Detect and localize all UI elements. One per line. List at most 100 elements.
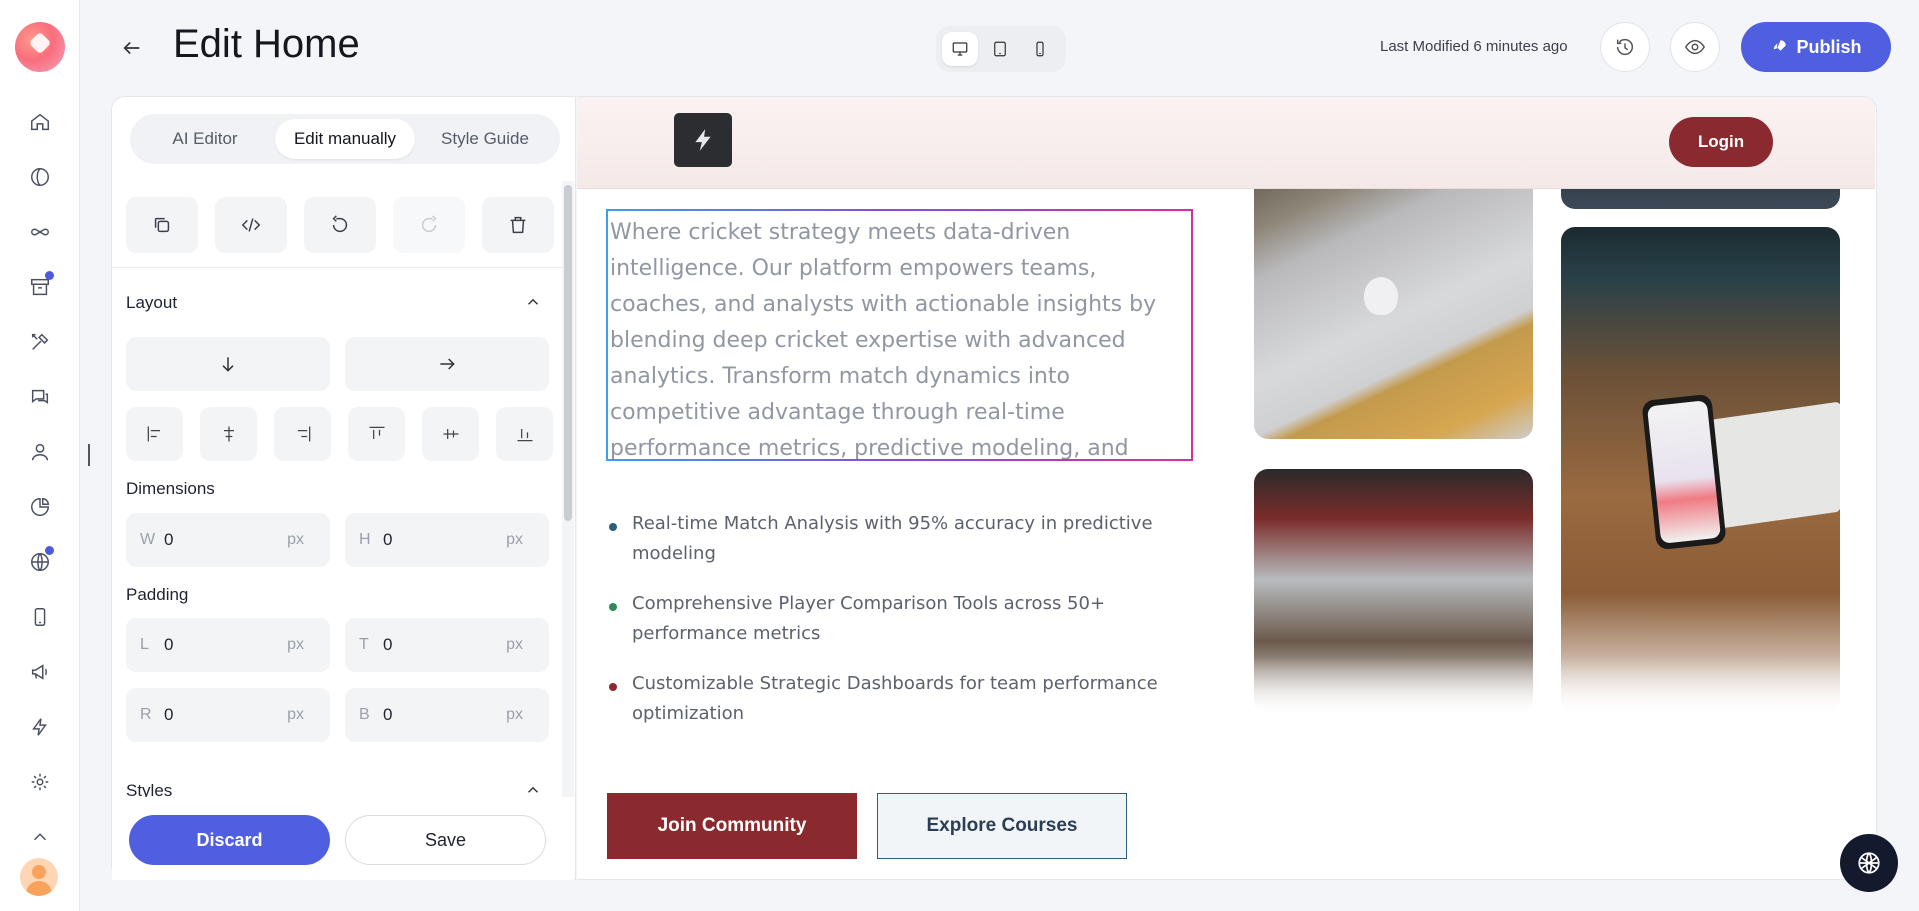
height-field[interactable]: H 0 px <box>345 513 549 567</box>
globe-icon <box>1858 852 1880 874</box>
tab-ai-editor[interactable]: AI Editor <box>135 119 275 159</box>
chevron-up-icon[interactable] <box>22 819 58 855</box>
dimensions-section-title: Dimensions <box>126 479 215 498</box>
undo-button[interactable] <box>304 197 376 253</box>
site-logo[interactable] <box>674 113 732 167</box>
bolt-icon <box>695 129 711 151</box>
rocket-icon <box>1772 40 1787 54</box>
divider <box>112 267 562 268</box>
history-button[interactable] <box>1600 22 1650 72</box>
tools-icon[interactable] <box>22 324 58 360</box>
infinity-icon[interactable] <box>22 214 58 250</box>
phone-shape <box>1641 393 1727 551</box>
code-icon <box>241 218 261 232</box>
archive-icon[interactable] <box>22 269 58 305</box>
padding-bottom-value: 0 <box>383 705 393 724</box>
redo-icon <box>421 215 437 233</box>
copy-icon <box>154 217 170 233</box>
padding-top-prefix: T <box>359 636 369 653</box>
redo-button[interactable] <box>393 197 465 253</box>
user-icon[interactable] <box>22 434 58 470</box>
last-modified-text: Last Modified 6 minutes ago <box>1380 38 1568 55</box>
megaphone-icon[interactable] <box>22 654 58 690</box>
align-center-button[interactable] <box>200 407 257 461</box>
padding-left-field[interactable]: L 0 px <box>126 618 330 672</box>
width-field[interactable]: W 0 px <box>126 513 330 567</box>
desktop-view-button[interactable] <box>942 32 978 66</box>
compass-icon[interactable] <box>22 159 58 195</box>
feature-list: Real-time Match Analysis with 95% accura… <box>607 509 1197 749</box>
padding-bottom-field[interactable]: B 0 px <box>345 688 549 742</box>
undo-icon <box>332 215 348 233</box>
avatar[interactable] <box>20 858 58 896</box>
bolt-icon[interactable] <box>22 709 58 745</box>
panel-scrollbar[interactable] <box>564 185 572 521</box>
height-value: 0 <box>383 530 393 549</box>
padding-top-value: 0 <box>383 635 393 654</box>
tab-edit-manually[interactable]: Edit manually <box>275 119 415 159</box>
align-top-button[interactable] <box>348 407 405 461</box>
chevron-up-icon[interactable] <box>524 293 542 311</box>
notification-dot <box>45 546 54 555</box>
editor-tabs: AI Editor Edit manually Style Guide <box>130 114 560 164</box>
bullet-dot <box>609 523 617 531</box>
layout-section-title: Layout <box>126 293 178 312</box>
padding-fields-bottom: R 0 px B 0 px <box>126 688 549 742</box>
settings-icon[interactable] <box>22 764 58 800</box>
chart-pie-icon[interactable] <box>22 489 58 525</box>
direction-horizontal-button[interactable] <box>345 337 549 391</box>
padding-bottom-prefix: B <box>359 706 370 723</box>
align-middle-button[interactable] <box>422 407 479 461</box>
tab-style-guide[interactable]: Style Guide <box>415 119 555 159</box>
align-bottom-icon <box>517 429 532 442</box>
login-button[interactable]: Login <box>1669 117 1773 167</box>
top-bar: Edit Home Last Modified 6 minutes ago Pu… <box>80 0 1919 96</box>
padding-fields-top: L 0 px T 0 px <box>126 618 549 672</box>
direction-vertical-button[interactable] <box>126 337 330 391</box>
padding-right-field[interactable]: R 0 px <box>126 688 330 742</box>
language-button[interactable] <box>1840 834 1898 892</box>
height-prefix: H <box>359 531 371 548</box>
delete-button[interactable] <box>482 197 554 253</box>
back-button[interactable] <box>114 30 150 66</box>
padding-section-title: Padding <box>126 585 189 604</box>
explore-courses-button[interactable]: Explore Courses <box>877 793 1127 859</box>
discard-button[interactable]: Discard <box>129 815 330 865</box>
publish-button[interactable]: Publish <box>1741 22 1891 72</box>
globe-icon[interactable] <box>22 544 58 580</box>
notification-dot <box>45 271 54 280</box>
history-icon <box>1616 38 1634 56</box>
duplicate-button[interactable] <box>126 197 198 253</box>
code-button[interactable] <box>215 197 287 253</box>
laptop-photo[interactable] <box>1254 157 1533 439</box>
padding-left-unit: px <box>287 636 304 653</box>
home-icon[interactable] <box>22 104 58 140</box>
arrow-down-icon <box>222 357 234 372</box>
panel-resize-handle[interactable] <box>88 444 90 466</box>
preview-button[interactable] <box>1670 22 1720 72</box>
padding-right-value: 0 <box>164 705 174 724</box>
align-right-button[interactable] <box>274 407 331 461</box>
align-bottom-button[interactable] <box>496 407 553 461</box>
mobile-icon[interactable] <box>22 599 58 635</box>
mobile-view-button[interactable] <box>1022 32 1058 66</box>
app-logo[interactable] <box>15 22 65 72</box>
width-unit: px <box>287 531 304 548</box>
selected-paragraph[interactable]: Where cricket strategy meets data-driven… <box>606 209 1193 461</box>
canvas-scrollbar[interactable] <box>1876 149 1877 225</box>
editor-panel: AI Editor Edit manually Style Guide Layo… <box>111 96 576 881</box>
hero-paragraph[interactable]: Where cricket strategy meets data-driven… <box>610 215 1189 459</box>
list-item[interactable]: Real-time Match Analysis with 95% accura… <box>607 509 1197 569</box>
save-button[interactable]: Save <box>345 815 546 865</box>
chat-icon[interactable] <box>22 379 58 415</box>
list-item[interactable]: Customizable Strategic Dashboards for te… <box>607 669 1197 729</box>
padding-right-unit: px <box>287 706 304 723</box>
width-prefix: W <box>140 531 156 548</box>
join-community-button[interactable]: Join Community <box>607 793 857 859</box>
padding-top-field[interactable]: T 0 px <box>345 618 549 672</box>
phone-photo[interactable] <box>1561 227 1840 715</box>
list-item[interactable]: Comprehensive Player Comparison Tools ac… <box>607 589 1197 649</box>
tablet-view-button[interactable] <box>982 32 1018 66</box>
width-value: 0 <box>164 530 174 549</box>
align-left-button[interactable] <box>126 407 183 461</box>
